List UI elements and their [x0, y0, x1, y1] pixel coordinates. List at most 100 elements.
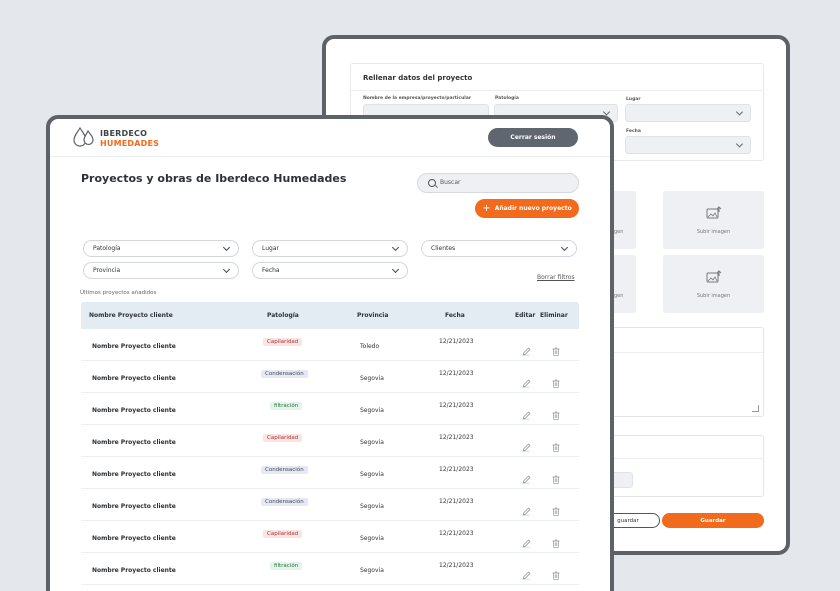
edit-icon[interactable] [522, 405, 531, 424]
project-name[interactable]: Nombre Proyecto cliente [92, 567, 176, 574]
save-draft-label: guardar [617, 517, 639, 524]
upload-image-label: Subir imagen [696, 229, 731, 235]
logout-label: Cerrar sesión [510, 134, 556, 141]
province-cell: Segovia [360, 375, 384, 382]
project-name[interactable]: Nombre Proyecto cliente [92, 535, 176, 542]
province-cell: Segovia [360, 567, 384, 574]
upload-image-label: Subir imagen [696, 293, 731, 299]
date-select[interactable] [625, 136, 751, 154]
table-row[interactable]: Nombre Proyecto cliente Capilaridad Segovi… [81, 521, 579, 553]
filter-province[interactable]: Provincia [83, 262, 239, 279]
chevron-down-icon [391, 265, 400, 274]
save-button[interactable]: Guardar [662, 513, 764, 528]
province-cell: Segovia [360, 503, 384, 510]
filter-place[interactable]: Lugar [252, 240, 408, 257]
edit-icon[interactable] [522, 437, 531, 456]
table-row[interactable]: Nombre Proyecto cliente Condensación Segov… [81, 489, 579, 521]
table-row[interactable]: Nombre Proyecto cliente filtración Segovia… [81, 393, 579, 425]
upload-image-tile[interactable]: Subir imagen [663, 255, 764, 313]
chevron-down-icon [560, 243, 569, 252]
trash-icon[interactable] [552, 437, 560, 456]
filter-label: Patología [93, 245, 121, 252]
date-cell: 12/21/2023 [439, 402, 474, 409]
filter-clients[interactable]: Clientes [421, 240, 577, 257]
logo-line-1: IBERDECO [100, 129, 148, 138]
pathology-badge: Condensación [261, 466, 308, 474]
trash-icon[interactable] [552, 373, 560, 392]
description-textarea[interactable] [596, 327, 764, 417]
trash-icon[interactable] [552, 341, 560, 360]
filter-label: Fecha [262, 267, 280, 274]
date-cell: 12/21/2023 [439, 562, 474, 569]
clear-filters-link[interactable]: Borrar filtros [537, 274, 575, 281]
header-province[interactable]: Provincia [357, 312, 388, 319]
date-field-label: Fecha [626, 129, 641, 134]
search-icon [428, 179, 436, 187]
filter-pathology[interactable]: Patología [83, 240, 239, 257]
pathology-badge: Capilaridad [263, 338, 303, 346]
pathology-badge: Capilaridad [263, 434, 303, 442]
table-body: Nombre Proyecto cliente Capilaridad Toledo… [81, 329, 579, 585]
trash-icon[interactable] [552, 469, 560, 488]
logout-button[interactable]: Cerrar sesión [488, 128, 578, 147]
header-pathology[interactable]: Patología [267, 312, 299, 319]
edit-icon[interactable] [522, 373, 531, 392]
pathology-badge: Condensación [261, 370, 308, 378]
table-row[interactable]: Nombre Proyecto cliente filtración Segovia… [81, 553, 579, 585]
edit-icon[interactable] [522, 501, 531, 520]
edit-icon[interactable] [522, 565, 531, 584]
add-project-label: Añadir nuevo proyecto [494, 205, 572, 212]
page-title: Proyectos y obras de Iberdeco Humedades [81, 172, 347, 185]
table-row[interactable]: Nombre Proyecto cliente Condensación Segov… [81, 457, 579, 489]
pathology-badge: Capilaridad [263, 530, 303, 538]
save-label: Guardar [700, 517, 726, 524]
province-cell: Segovia [360, 439, 384, 446]
trash-icon[interactable] [552, 565, 560, 584]
project-name[interactable]: Nombre Proyecto cliente [92, 471, 176, 478]
chevron-down-icon [391, 243, 400, 252]
edit-icon[interactable] [522, 533, 531, 552]
project-name[interactable]: Nombre Proyecto cliente [92, 503, 176, 510]
upload-image-tile[interactable]: Subir imagen [663, 191, 764, 249]
date-cell: 12/21/2023 [439, 370, 474, 377]
upload-image-label: gen [614, 293, 624, 299]
project-name[interactable]: Nombre Proyecto cliente [92, 439, 176, 446]
trash-icon[interactable] [552, 533, 560, 552]
header-name[interactable]: Nombre Proyecto cliente [89, 312, 173, 319]
date-cell: 12/21/2023 [439, 498, 474, 505]
date-cell: 12/21/2023 [439, 434, 474, 441]
top-bar: IBERDECO HUMEDADES Cerrar sesión [50, 119, 610, 157]
pathology-badge: Condensación [261, 498, 308, 506]
divider [351, 90, 763, 91]
table-row[interactable]: Nombre Proyecto cliente Condensación Segov… [81, 361, 579, 393]
place-field-label: Lugar [626, 97, 641, 102]
trash-icon[interactable] [552, 405, 560, 424]
edit-icon[interactable] [522, 341, 531, 360]
chevron-down-icon [222, 265, 231, 274]
project-name[interactable]: Nombre Proyecto cliente [92, 343, 176, 350]
trash-icon[interactable] [552, 501, 560, 520]
table-row[interactable]: Nombre Proyecto cliente Capilaridad Segovi… [81, 425, 579, 457]
province-cell: Segovia [360, 471, 384, 478]
edit-icon[interactable] [522, 469, 531, 488]
chevron-down-icon [735, 108, 744, 116]
place-select[interactable] [625, 104, 751, 122]
upload-image-label: gen [614, 229, 624, 235]
project-name[interactable]: Nombre Proyecto cliente [92, 407, 176, 414]
image-upload-icon [706, 269, 722, 288]
chevron-down-icon [222, 243, 231, 252]
header-date[interactable]: Fecha [445, 312, 465, 319]
search-input[interactable]: Buscar [417, 173, 579, 193]
project-name[interactable]: Nombre Proyecto cliente [92, 375, 176, 382]
filter-date[interactable]: Fecha [252, 262, 408, 279]
recent-projects-label: Últimos proyectos añadidos [80, 290, 157, 296]
divider [597, 458, 763, 459]
table-row[interactable]: Nombre Proyecto cliente Capilaridad Toledo… [81, 329, 579, 361]
company-field-label: Nombre de la empresa/proyecto/particular [363, 96, 472, 101]
pathology-field-label: Patología [495, 96, 519, 101]
filter-label: Clientes [431, 245, 456, 252]
resize-handle-icon[interactable] [752, 405, 759, 412]
header-delete: Eliminar [540, 312, 568, 319]
logo[interactable]: IBERDECO HUMEDADES [72, 126, 159, 152]
add-project-button[interactable]: + Añadir nuevo proyecto [475, 199, 579, 218]
